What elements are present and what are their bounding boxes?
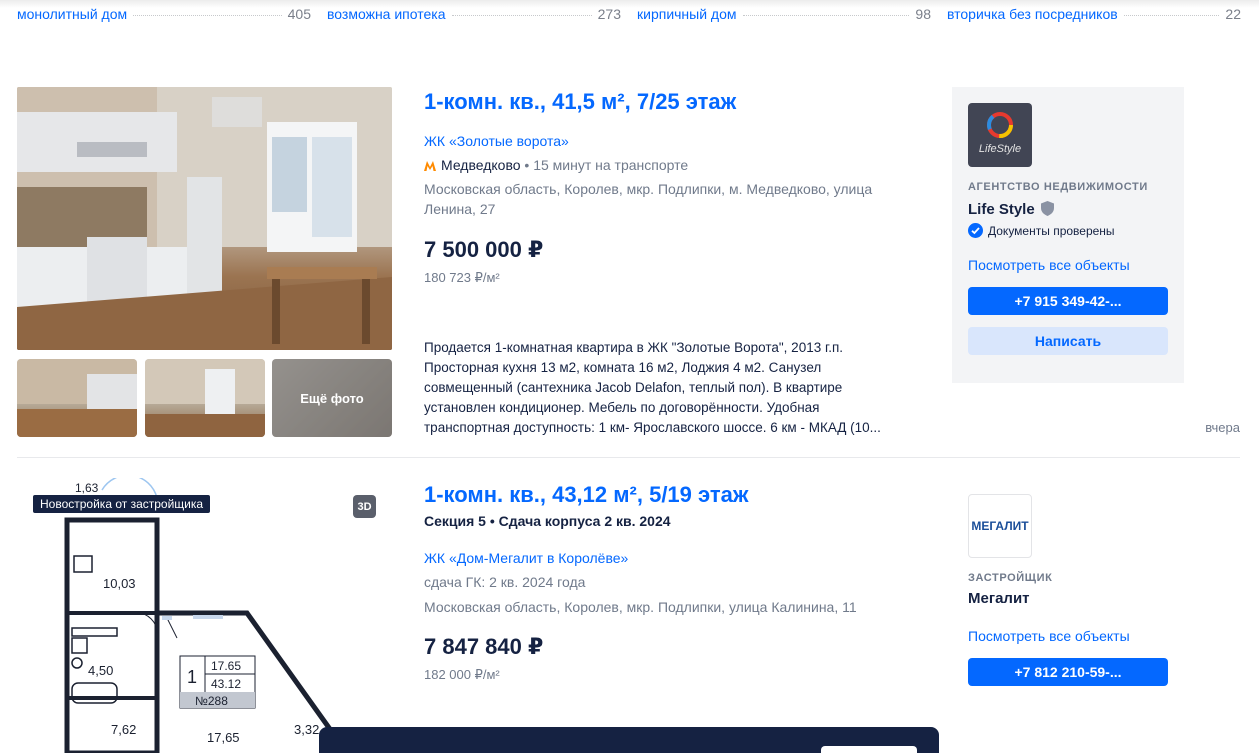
new-building-badge: Новостройка от застройщика xyxy=(33,495,211,513)
tag-count: 405 xyxy=(287,6,311,22)
tag-count: 273 xyxy=(597,6,621,22)
metro-station[interactable]: Медведково xyxy=(441,157,521,173)
price: 7 847 840 ₽ xyxy=(424,634,544,659)
floor-plan-image[interactable]: 1,63 10,03 4,50 7,62 17,65 3,32 1 17.65 … xyxy=(17,478,392,753)
plan-dimension-label: 1,63 xyxy=(75,481,99,495)
listing-title[interactable]: 1-комн. кв., 43,12 м², 5/19 этаж xyxy=(424,482,748,508)
write-message-button[interactable]: Написать xyxy=(968,327,1168,355)
address-line: Московская область, Королев, мкр. Подлип… xyxy=(424,599,857,615)
plan-room-label: 10,03 xyxy=(103,576,136,591)
shield-icon xyxy=(1040,201,1054,216)
thumb-illustration xyxy=(145,359,265,437)
tag-label[interactable]: кирпичный дом xyxy=(637,6,737,22)
agency-logo-text: LifeStyle xyxy=(978,143,1022,155)
verified-check-icon xyxy=(968,223,983,238)
plate-total-area: 43.12 xyxy=(211,677,241,691)
price-per-meter: 182 000 ₽/м² xyxy=(424,667,500,682)
tag-leader xyxy=(742,15,910,16)
tag-link-mortgage[interactable]: возможна ипотека 273 xyxy=(327,6,621,26)
tag-leader xyxy=(451,15,592,16)
listing-title[interactable]: 1-комн. кв., 41,5 м², 7/25 этаж xyxy=(424,89,736,115)
description-line: установлен кондиционер. Мебель по догово… xyxy=(424,400,820,415)
tag-links-row: монолитный дом 405 возможна ипотека 273 … xyxy=(17,6,1241,26)
agency-logo[interactable]: LifeStyle xyxy=(968,103,1032,167)
3d-tour-badge[interactable]: 3D xyxy=(353,495,376,518)
agency-logo-mark xyxy=(987,112,1013,138)
show-phone-button[interactable]: +7 915 349-42-... xyxy=(968,287,1168,315)
plan-room-label: 4,50 xyxy=(88,663,113,678)
description-line: транспортная доступность: 1 км- Ярославс… xyxy=(424,420,881,435)
listing-divider xyxy=(17,457,1240,458)
more-photos-tile[interactable]: Ещё фото xyxy=(272,359,392,437)
show-phone-button[interactable]: +7 812 210-59-... xyxy=(968,658,1168,686)
thumb-illustration xyxy=(17,359,137,437)
listing-main-photo[interactable] xyxy=(17,87,392,350)
listing-card[interactable]: 1,63 10,03 4,50 7,62 17,65 3,32 1 17.65 … xyxy=(17,478,1240,753)
tag-label[interactable]: вторичка без посредников xyxy=(947,6,1118,22)
tag-leader xyxy=(1123,15,1220,16)
all-objects-link[interactable]: Посмотреть все объекты xyxy=(968,628,1130,644)
agent-card: LifeStyle АГЕНТСТВО НЕДВИЖИМОСТИ Life St… xyxy=(952,87,1184,383)
plan-room-label: 17,65 xyxy=(207,730,240,745)
builder-logo[interactable]: МЕГАЛИТ xyxy=(968,494,1032,558)
documents-verified: Документы проверены xyxy=(968,223,1115,238)
metro-line: Медведково • 15 минут на транспорте xyxy=(424,157,688,173)
metro-icon xyxy=(424,161,436,171)
builder-type-caption: ЗАСТРОЙЩИК xyxy=(968,572,1053,584)
listing-thumb-photo[interactable] xyxy=(17,359,137,437)
plate-number: №288 xyxy=(195,694,228,708)
floor-plan-drawing: 1,63 10,03 4,50 7,62 17,65 3,32 1 17.65 … xyxy=(64,478,350,753)
complex-link[interactable]: ЖК «Золотые ворота» xyxy=(424,133,569,149)
price-per-meter: 180 723 ₽/м² xyxy=(424,270,500,285)
listing-description[interactable]: Продается 1-комнатная квартира в ЖК "Зол… xyxy=(424,338,904,438)
builder-name[interactable]: Мегалит xyxy=(968,590,1030,607)
tag-link-brick[interactable]: кирпичный дом 98 xyxy=(637,6,931,26)
verified-label: Документы проверены xyxy=(988,223,1115,238)
tag-link-secondary[interactable]: вторичка без посредников 22 xyxy=(947,6,1241,26)
plate-rooms: 1 xyxy=(187,667,197,687)
tag-count: 98 xyxy=(915,6,931,22)
tag-link-monolith[interactable]: монолитный дом 405 xyxy=(17,6,311,26)
address-line-1: Московская область, Королев, мкр. Подлип… xyxy=(424,181,873,197)
deadline-info: сдача ГК: 2 кв. 2024 года xyxy=(424,574,586,590)
complex-link[interactable]: ЖК «Дом-Мегалит в Королёве» xyxy=(424,550,628,566)
agent-type-caption: АГЕНТСТВО НЕДВИЖИМОСТИ xyxy=(968,181,1148,193)
agency-name[interactable]: Life Style xyxy=(968,199,1054,218)
kitchen-photo-illustration xyxy=(17,87,392,350)
description-line: Продается 1-комнатная квартира в ЖК "Зол… xyxy=(424,340,844,355)
agency-name-text[interactable]: Life Style xyxy=(968,201,1035,218)
more-photos-label[interactable]: Ещё фото xyxy=(272,359,392,437)
tag-leader xyxy=(133,15,282,16)
all-objects-link[interactable]: Посмотреть все объекты xyxy=(968,257,1130,273)
plan-room-label: 3,32 xyxy=(294,722,319,737)
plan-room-label: 7,62 xyxy=(111,722,136,737)
bottom-popup-panel xyxy=(319,727,939,753)
listing-card[interactable]: Ещё фото 1-комн. кв., 41,5 м², 7/25 этаж… xyxy=(17,87,1240,437)
description-line: совмещенный (сантехника Jacob Delafon, т… xyxy=(424,380,843,395)
section-info: Секция 5 • Сдача корпуса 2 кв. 2024 xyxy=(424,513,671,529)
price: 7 500 000 ₽ xyxy=(424,237,544,262)
tag-label[interactable]: возможна ипотека xyxy=(327,6,446,22)
published-date: вчера xyxy=(1205,420,1240,435)
popup-action-button[interactable] xyxy=(821,746,917,753)
tag-count: 22 xyxy=(1225,6,1241,22)
address-line-2: Ленина, 27 xyxy=(424,201,496,217)
listing-thumb-photo[interactable] xyxy=(145,359,265,437)
metro-time: • 15 минут на транспорте xyxy=(524,157,689,173)
tag-label[interactable]: монолитный дом xyxy=(17,6,127,22)
builder-card: МЕГАЛИТ ЗАСТРОЙЩИК Мегалит Посмотреть вс… xyxy=(952,478,1184,753)
plate-living-area: 17.65 xyxy=(211,659,241,673)
description-line: Просторная кухня 13 м2, комната 16 м2, Л… xyxy=(424,360,822,375)
